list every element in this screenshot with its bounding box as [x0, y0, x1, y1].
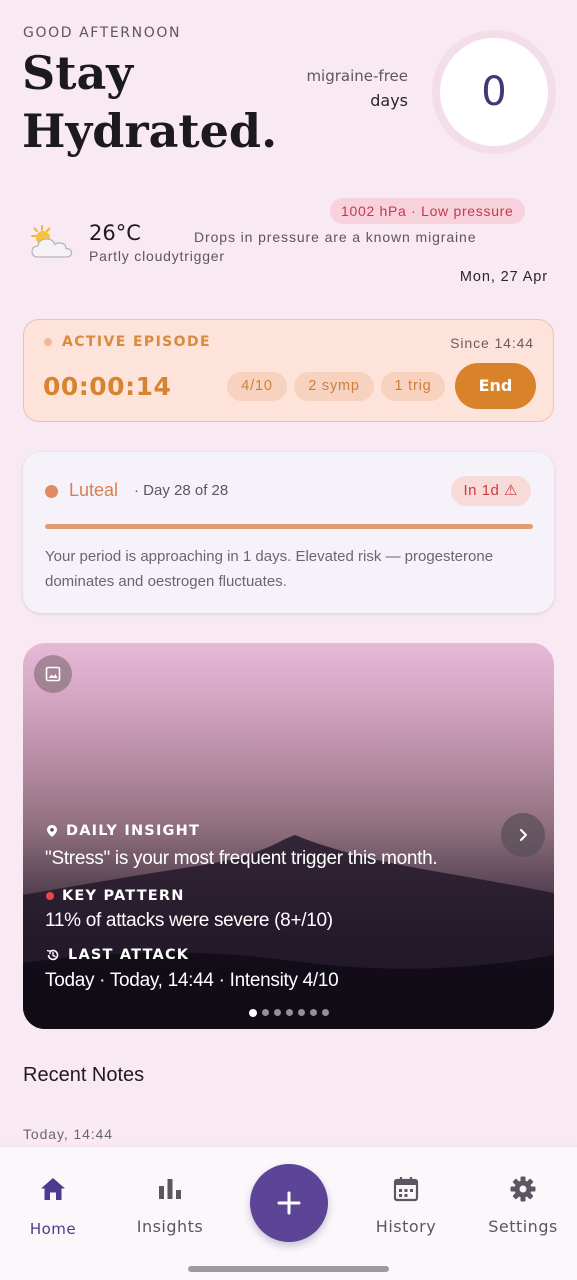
history-icon: [46, 948, 60, 962]
episode-status-dot: [44, 338, 52, 346]
migraine-free-counter[interactable]: 0: [432, 30, 556, 154]
nav-settings[interactable]: Settings: [468, 1173, 577, 1236]
carousel-dot[interactable]: [248, 1008, 257, 1017]
nav-insights-label: Insights: [136, 1217, 204, 1236]
period-countdown-badge: In 1d ⚠: [450, 476, 531, 506]
key-pattern-text: 11% of attacks were severe (8+/10): [45, 910, 333, 931]
calendar-icon: [351, 1173, 461, 1205]
nav-home[interactable]: Home: [0, 1173, 108, 1238]
days-text: days: [370, 91, 408, 110]
image-icon[interactable]: [34, 655, 72, 693]
temperature: 26°C: [89, 221, 141, 245]
active-episode-label-text: ACTIVE EPISODE: [62, 334, 211, 350]
last-attack-label: LAST ATTACK: [46, 947, 189, 963]
cycle-description: Your period is approaching in 1 days. El…: [45, 548, 494, 590]
carousel-dot[interactable]: [285, 1009, 293, 1016]
last-attack-label-text: LAST ATTACK: [68, 947, 190, 963]
cycle-progress-bar: [45, 524, 533, 529]
nav-insights[interactable]: Insights: [115, 1173, 225, 1236]
pressure-note: Drops in pressure are a known migraine: [194, 229, 477, 245]
nav-history-label: History: [375, 1217, 437, 1236]
migraine-free-label: migraine-free days: [306, 67, 408, 110]
gear-icon: [468, 1173, 577, 1205]
episode-timer: 00:00:14: [43, 372, 172, 401]
last-attack-text: Today · Today, 14:44 · Intensity 4/10: [45, 970, 339, 991]
add-entry-button[interactable]: [250, 1164, 328, 1242]
daily-insight-text: "Stress" is your most frequent trigger t…: [45, 848, 438, 869]
carousel-dot[interactable]: [309, 1009, 317, 1016]
weather-condition: Partly cloudytrigger: [89, 248, 225, 264]
recent-notes-title: Recent Notes: [23, 1064, 145, 1086]
active-episode-label: ACTIVE EPISODE: [44, 334, 211, 350]
migraine-free-text: migraine-free: [306, 67, 408, 85]
red-dot-icon: [46, 892, 54, 900]
daily-insight-label-text: DAILY INSIGHT: [66, 823, 201, 839]
nav-settings-label: Settings: [488, 1217, 558, 1236]
intensity-chip[interactable]: 4/10: [227, 372, 287, 401]
system-home-indicator[interactable]: [188, 1266, 389, 1272]
daily-insight-label: DAILY INSIGHT: [46, 823, 200, 839]
bar-chart-icon: [115, 1173, 225, 1205]
triggers-chip[interactable]: 1 trig: [381, 372, 445, 401]
key-pattern-label: KEY PATTERN: [46, 888, 185, 904]
greeting: GOOD AFTERNOON: [23, 25, 182, 41]
end-episode-button[interactable]: End: [455, 363, 536, 409]
condition-text: Partly cloudy: [89, 248, 180, 264]
bottom-navigation: Home Insights History Settings: [0, 1147, 577, 1280]
page-title: Stay Hydrated.: [22, 44, 302, 160]
carousel-page-indicator: [23, 1008, 554, 1017]
key-pattern-label-text: KEY PATTERN: [62, 888, 185, 904]
plus-icon: [277, 1191, 301, 1215]
carousel-dot[interactable]: [297, 1009, 305, 1016]
location-pin-icon: [46, 824, 58, 838]
cycle-day: · Day 28 of 28: [134, 482, 229, 499]
chevron-right-icon: [520, 829, 527, 841]
active-episode-card[interactable]: ACTIVE EPISODE Since 14:44 00:00:14 4/10…: [23, 319, 554, 422]
next-insight-button[interactable]: [501, 813, 545, 857]
cycle-phase: Luteal: [69, 480, 119, 500]
nav-home-label: Home: [29, 1220, 77, 1238]
insight-carousel[interactable]: DAILY INSIGHT "Stress" is your most freq…: [23, 643, 554, 1029]
migraine-free-count: 0: [440, 38, 548, 146]
carousel-dot[interactable]: [321, 1009, 329, 1016]
home-icon: [0, 1173, 108, 1205]
current-date: Mon, 27 Apr: [459, 269, 548, 285]
title-line-2: Hydrated.: [22, 104, 278, 158]
carousel-dot[interactable]: [273, 1009, 281, 1016]
title-line-1: Stay: [22, 46, 134, 100]
symptoms-chip[interactable]: 2 symp: [294, 372, 374, 401]
cycle-phase-dot: [45, 485, 58, 498]
note-timestamp: Today, 14:44: [23, 1126, 113, 1142]
nav-history[interactable]: History: [351, 1173, 461, 1236]
cycle-card[interactable]: Luteal · Day 28 of 28 In 1d ⚠ Your perio…: [23, 452, 554, 613]
carousel-dot[interactable]: [261, 1009, 269, 1016]
pressure-note-wrap: trigger: [179, 248, 225, 264]
pressure-badge: 1002 hPa · Low pressure: [330, 198, 525, 224]
partly-cloudy-icon: [28, 223, 76, 263]
episode-since: Since 14:44: [450, 335, 534, 351]
